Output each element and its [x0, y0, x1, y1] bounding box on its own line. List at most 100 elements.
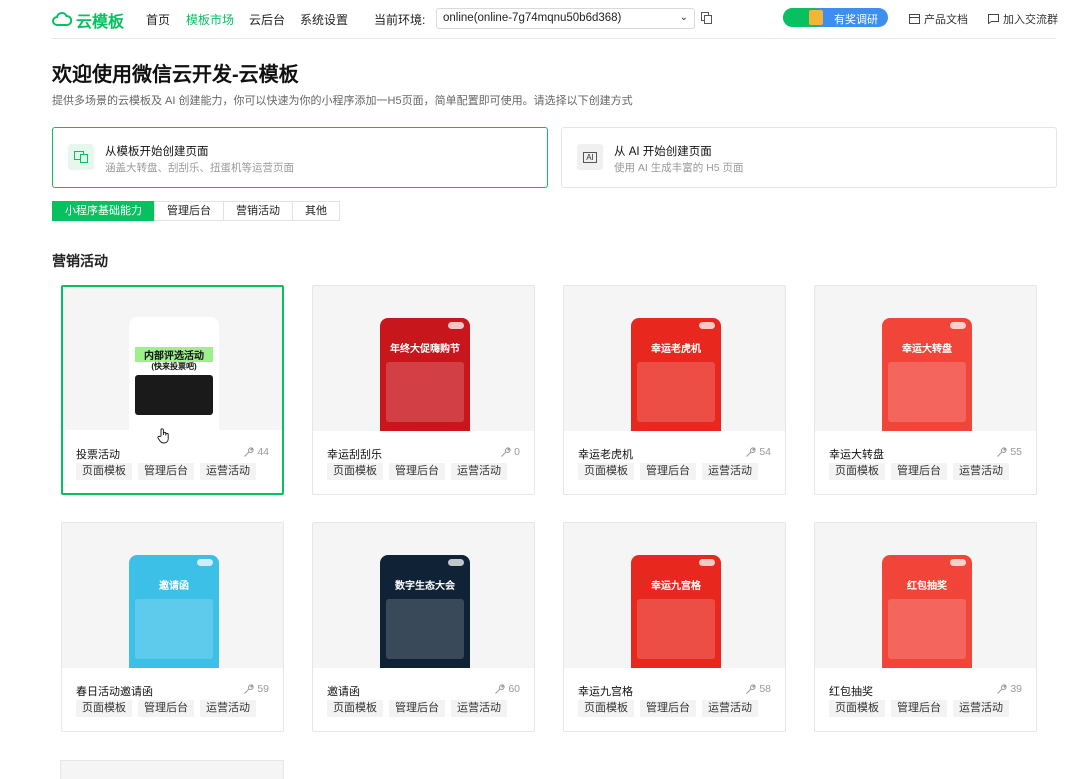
capsule-icon	[448, 322, 464, 329]
docs-link[interactable]: 产品文档	[909, 11, 968, 27]
top-navigation: 云模板 首页 模板市场 云后台 系统设置 当前环境: online(online…	[0, 0, 1080, 39]
phone-preview: 幸运大转盘	[882, 318, 972, 431]
nav-home[interactable]: 首页	[146, 11, 170, 28]
gift-icon	[809, 10, 823, 25]
template-card[interactable]: 年终大促嗨购节 幸运刮刮乐 0 页面模板 管理后台 运营活动	[312, 285, 535, 495]
create-from-template-card[interactable]: 从模板开始创建页面 涵盖大转盘、刮刮乐、扭蛋机等运营页面	[52, 127, 548, 188]
capsule-icon	[448, 559, 464, 566]
template-tag[interactable]: 页面模板	[578, 463, 634, 480]
template-tag[interactable]: 管理后台	[891, 463, 947, 480]
logo-text: 云模板	[76, 14, 125, 31]
template-card[interactable]: 数字生态大会 邀请函 60 页面模板 管理后台 运营活动	[312, 522, 535, 732]
env-value: online(online-7g74mqnu50b6d368)	[443, 12, 622, 24]
template-name: 幸运刮刮乐	[327, 449, 382, 461]
template-use-count: 55	[996, 446, 1022, 458]
tab-basic-capabilities[interactable]: 小程序基础能力	[52, 201, 155, 221]
template-count: 55	[1010, 446, 1022, 458]
capsule-icon	[197, 321, 213, 328]
capsule-icon	[699, 322, 715, 329]
tab-admin-backend[interactable]: 管理后台	[154, 201, 224, 221]
nav-template-market[interactable]: 模板市场	[186, 11, 234, 28]
capsule-icon	[950, 559, 966, 566]
capsule-icon	[699, 559, 715, 566]
wrench-icon	[746, 683, 756, 694]
copy-icon[interactable]	[701, 12, 712, 24]
template-tag[interactable]: 页面模板	[578, 700, 634, 717]
phone-preview-title: 内部评选活动	[135, 347, 213, 362]
template-card[interactable]: 幸运老虎机 幸运老虎机 54 页面模板 管理后台 运营活动	[563, 285, 786, 495]
phone-preview-title: 幸运九宫格	[651, 581, 701, 592]
tab-other[interactable]: 其他	[292, 201, 340, 221]
template-tags: 页面模板 管理后台 运营活动	[327, 463, 507, 480]
header-divider	[52, 38, 1056, 39]
template-thumbnail: 年终大促嗨购节	[313, 286, 534, 431]
template-tag[interactable]: 运营活动	[953, 700, 1009, 717]
template-tag[interactable]: 管理后台	[138, 700, 194, 717]
template-name: 邀请函	[327, 686, 360, 698]
template-card[interactable]: 内部评选活动 (快来投票吧) 投票活动 44 页面模板 管理后台 运营活动	[61, 285, 284, 495]
template-count: 44	[257, 446, 269, 458]
wrench-icon	[501, 446, 511, 457]
template-tag[interactable]: 运营活动	[702, 700, 758, 717]
template-tag[interactable]: 管理后台	[389, 700, 445, 717]
template-tag[interactable]: 运营活动	[953, 463, 1009, 480]
template-tag[interactable]: 页面模板	[76, 700, 132, 717]
phone-preview: 数字生态大会	[380, 555, 470, 668]
template-tag[interactable]: 页面模板	[76, 463, 132, 480]
template-tag[interactable]: 运营活动	[200, 700, 256, 717]
template-use-count: 0	[500, 446, 520, 458]
document-icon	[909, 14, 920, 24]
phone-preview-title: 邀请函	[159, 581, 189, 592]
template-tags: 页面模板 管理后台 运营活动	[76, 700, 256, 717]
hand-cursor-icon	[157, 428, 169, 444]
phone-preview: 红包抽奖	[882, 555, 972, 668]
survey-button[interactable]: 有奖调研	[783, 8, 888, 27]
phone-preview-title: 年终大促嗨购节	[390, 344, 460, 355]
template-tags: 页面模板 管理后台 运营活动	[327, 700, 507, 717]
template-tag[interactable]: 运营活动	[200, 463, 256, 480]
phone-preview-title: 幸运老虎机	[651, 344, 701, 355]
template-card[interactable]: 幸运大转盘 幸运大转盘 55 页面模板 管理后台 运营活动	[814, 285, 1037, 495]
template-tag[interactable]: 运营活动	[702, 463, 758, 480]
page-description: 提供多场景的云模板及 AI 创建能力，你可以快速为你的小程序添加一H5页面，简单…	[52, 95, 633, 107]
template-card[interactable]: 幸运九宫格 幸运九宫格 58 页面模板 管理后台 运营活动	[563, 522, 786, 732]
create-from-ai-card[interactable]: AI 从 AI 开始创建页面 使用 AI 生成丰富的 H5 页面	[561, 127, 1057, 188]
create-option-subtitle: 涵盖大转盘、刮刮乐、扭蛋机等运营页面	[105, 162, 294, 174]
nav-system-settings[interactable]: 系统设置	[300, 11, 348, 28]
create-option-subtitle: 使用 AI 生成丰富的 H5 页面	[614, 162, 744, 174]
template-use-count: 39	[996, 683, 1022, 695]
template-count: 59	[257, 683, 269, 695]
survey-label: 有奖调研	[834, 14, 878, 26]
template-tags: 页面模板 管理后台 运营活动	[578, 700, 758, 717]
template-tag[interactable]: 页面模板	[829, 463, 885, 480]
template-tag[interactable]: 管理后台	[891, 700, 947, 717]
logo[interactable]: 云模板	[52, 8, 124, 32]
template-tag[interactable]: 页面模板	[327, 700, 383, 717]
phone-preview: 幸运九宫格	[631, 555, 721, 668]
template-tag[interactable]: 管理后台	[640, 700, 696, 717]
join-group-link[interactable]: 加入交流群	[988, 11, 1058, 27]
page-title: 欢迎使用微信云开发-云模板	[52, 64, 299, 86]
template-count: 58	[759, 683, 771, 695]
template-tag[interactable]: 运营活动	[451, 463, 507, 480]
env-select[interactable]: online(online-7g74mqnu50b6d368) ⌄	[436, 8, 695, 29]
template-tag[interactable]: 管理后台	[138, 463, 194, 480]
template-card[interactable]: 邀请函 春日活动邀请函 59 页面模板 管理后台 运营活动	[61, 522, 284, 732]
capsule-icon	[950, 322, 966, 329]
template-tag[interactable]: 管理后台	[389, 463, 445, 480]
template-tag[interactable]: 页面模板	[327, 463, 383, 480]
template-thumbnail: 幸运老虎机	[564, 286, 785, 431]
phone-preview: 内部评选活动 (快来投票吧)	[129, 317, 219, 430]
wrench-icon	[746, 446, 756, 457]
template-tag[interactable]: 运营活动	[451, 700, 507, 717]
template-card[interactable]: 红包抽奖 红包抽奖 39 页面模板 管理后台 运营活动	[814, 522, 1037, 732]
template-thumbnail: 红包抽奖	[815, 523, 1036, 668]
capsule-icon	[197, 559, 213, 566]
template-tag[interactable]: 管理后台	[640, 463, 696, 480]
template-tag[interactable]: 页面模板	[829, 700, 885, 717]
template-name: 投票活动	[76, 449, 120, 461]
tab-marketing[interactable]: 营销活动	[223, 201, 293, 221]
template-card-partial[interactable]	[60, 760, 284, 779]
template-use-count: 58	[745, 683, 771, 695]
nav-cloud-backend[interactable]: 云后台	[249, 11, 285, 28]
